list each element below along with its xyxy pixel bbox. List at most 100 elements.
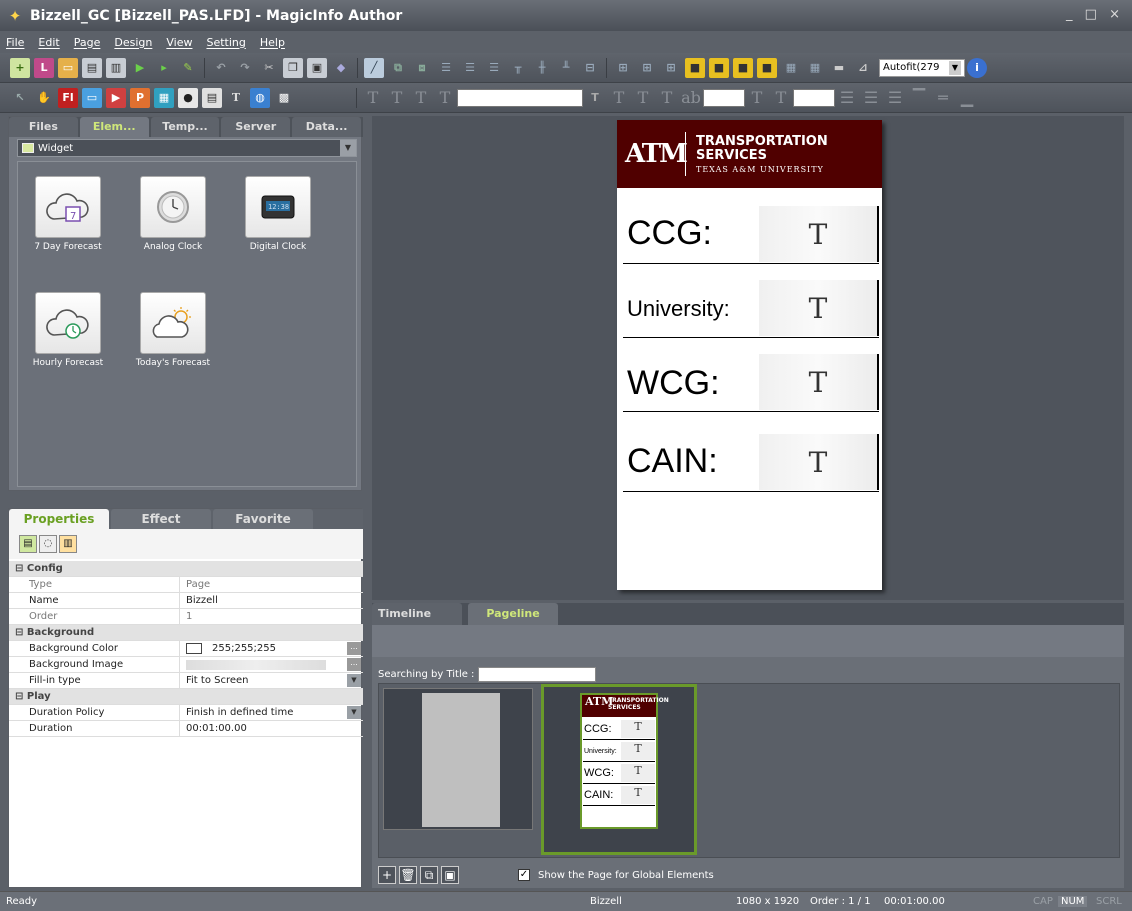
search-input[interactable] bbox=[478, 667, 597, 682]
copy-icon[interactable]: ❐ bbox=[283, 57, 303, 78]
chart-view-icon[interactable]: ▥ bbox=[59, 535, 77, 553]
guide-icon[interactable]: ⊿ bbox=[853, 58, 873, 78]
office-icon[interactable]: ▦ bbox=[154, 87, 174, 108]
chevron-down-icon[interactable]: ▼ bbox=[340, 140, 356, 156]
property-row-name[interactable]: Name Bizzell bbox=[9, 592, 363, 609]
background-image-field[interactable] bbox=[186, 659, 326, 670]
zoom-select[interactable]: Autofit(279 ▼ bbox=[879, 58, 965, 77]
global-elements-checkbox[interactable]: ✓ bbox=[518, 869, 530, 881]
cut-icon[interactable]: ✂ bbox=[259, 58, 279, 78]
same-height-icon[interactable]: ⊞ bbox=[661, 58, 681, 78]
distribute-icon[interactable]: ⊟ bbox=[580, 58, 600, 78]
fill-icon[interactable]: ◆ bbox=[331, 58, 351, 78]
lock-icon[interactable]: ■ bbox=[733, 57, 753, 78]
send-back-icon[interactable]: ⧈ bbox=[412, 58, 432, 78]
text-increase-icon[interactable]: T bbox=[747, 88, 767, 108]
line-icon[interactable]: ╱ bbox=[364, 57, 384, 78]
powerpoint-icon[interactable]: P bbox=[130, 87, 150, 108]
global-elements-option[interactable]: ✓ Show the Page for Global Elements bbox=[518, 869, 714, 881]
menu-page[interactable]: Page bbox=[74, 36, 101, 49]
page-row-ccg[interactable]: CCG: T bbox=[623, 202, 879, 264]
widget-7-day-forecast[interactable]: 7 7 Day Forecast bbox=[26, 176, 110, 252]
ungroup-icon[interactable]: ■ bbox=[709, 57, 729, 78]
menu-edit[interactable]: Edit bbox=[38, 36, 59, 49]
align-text-left-icon[interactable]: ☰ bbox=[837, 88, 857, 108]
text-bg-icon[interactable]: T bbox=[633, 88, 653, 108]
categorized-view-icon[interactable]: ▤ bbox=[19, 535, 37, 553]
flash-icon[interactable]: Fl bbox=[58, 87, 78, 108]
new-lfd-icon[interactable]: L bbox=[34, 57, 54, 78]
same-width-icon[interactable]: ⊞ bbox=[637, 58, 657, 78]
category-select[interactable]: Widget ▼ bbox=[17, 139, 357, 157]
undo-icon[interactable]: ↶ bbox=[211, 58, 231, 78]
align-right-icon[interactable]: ☰ bbox=[484, 58, 504, 78]
same-size-icon[interactable]: ⊞ bbox=[613, 58, 633, 78]
text-bold-icon[interactable]: T bbox=[363, 88, 383, 108]
property-row-background-color[interactable]: Background Color 255;255;255 ... bbox=[9, 640, 363, 657]
page-row-cain[interactable]: CAIN: T bbox=[623, 430, 879, 492]
collapse-icon[interactable]: ⊟ bbox=[15, 691, 23, 702]
redo-icon[interactable]: ↷ bbox=[235, 58, 255, 78]
menu-help[interactable]: Help bbox=[260, 36, 285, 49]
widget-analog-clock[interactable]: Analog Clock bbox=[131, 176, 215, 252]
media-icon[interactable]: ● bbox=[178, 87, 198, 108]
valign-bottom-icon[interactable]: ▁ bbox=[957, 88, 977, 108]
tab-data[interactable]: Data... bbox=[292, 117, 361, 137]
property-row-background-image[interactable]: Background Image ... bbox=[9, 656, 363, 673]
add-page-button[interactable]: + bbox=[378, 866, 396, 884]
video-icon[interactable]: ▶ bbox=[106, 87, 126, 108]
fill-type-select[interactable]: Fit to Screen bbox=[186, 673, 249, 689]
font-family-field[interactable] bbox=[457, 88, 583, 107]
page-preview[interactable]: ATM TRANSPORTATION SERVICES TEXAS A&M UN… bbox=[617, 120, 882, 590]
ruler-icon[interactable]: ▬ bbox=[829, 58, 849, 78]
text-decrease-icon[interactable]: T bbox=[771, 88, 791, 108]
more-button[interactable]: ... bbox=[347, 658, 361, 671]
text-spacing-icon[interactable]: ab bbox=[681, 88, 701, 108]
align-text-right-icon[interactable]: ☰ bbox=[885, 88, 905, 108]
play-page-icon[interactable]: ▸ bbox=[154, 58, 174, 78]
unlock-icon[interactable]: ■ bbox=[757, 57, 777, 78]
paste-icon[interactable]: ▣ bbox=[307, 57, 327, 78]
save-as-icon[interactable]: ▥ bbox=[106, 57, 126, 78]
valign-top-icon[interactable]: ▔ bbox=[909, 88, 929, 108]
tab-files[interactable]: Files bbox=[9, 117, 78, 137]
pointer-icon[interactable]: ↖ bbox=[10, 88, 30, 108]
paste-page-button[interactable]: ▣ bbox=[441, 866, 459, 884]
collapse-icon[interactable]: ⊟ bbox=[15, 563, 23, 574]
text-icon[interactable]: T bbox=[226, 88, 246, 108]
font-size-icon[interactable]: T bbox=[585, 88, 605, 108]
text-shadow-icon[interactable]: T bbox=[435, 88, 455, 108]
tab-templates[interactable]: Temp... bbox=[150, 117, 220, 137]
copy-page-button[interactable]: ⧉ bbox=[420, 866, 438, 884]
duration-policy-select[interactable]: Finish in defined time bbox=[186, 705, 293, 721]
menu-design[interactable]: Design bbox=[114, 36, 152, 49]
property-group-config[interactable]: ⊟ Config bbox=[9, 561, 363, 577]
text-element-tile[interactable]: T bbox=[759, 206, 879, 262]
text-element-tile[interactable]: T bbox=[759, 280, 879, 336]
property-row-duration[interactable]: Duration 00:01:00.00 bbox=[9, 720, 363, 737]
tab-timeline[interactable]: Timeline bbox=[372, 603, 462, 625]
group-icon[interactable]: ■ bbox=[685, 57, 705, 78]
align-text-center-icon[interactable]: ☰ bbox=[861, 88, 881, 108]
tab-properties[interactable]: Properties bbox=[9, 509, 109, 529]
property-row-fill-type[interactable]: Fill-in type Fit to Screen ▼ bbox=[9, 672, 363, 689]
sorted-view-icon[interactable]: ◌ bbox=[39, 535, 57, 553]
widget-digital-clock[interactable]: 12:38 Digital Clock bbox=[236, 176, 320, 252]
tab-server[interactable]: Server bbox=[221, 117, 291, 137]
font-size-field[interactable] bbox=[703, 88, 745, 107]
align-middle-icon[interactable]: ╫ bbox=[532, 58, 552, 78]
bring-front-icon[interactable]: ⧉ bbox=[388, 58, 408, 78]
table-icon[interactable]: ▤ bbox=[202, 87, 222, 108]
color-swatch[interactable] bbox=[186, 643, 202, 654]
info-icon[interactable]: i bbox=[967, 57, 987, 78]
play-icon[interactable]: ▶ bbox=[130, 58, 150, 78]
chevron-down-icon[interactable]: ▼ bbox=[347, 674, 361, 687]
clapper-icon[interactable]: ▩ bbox=[274, 88, 294, 108]
page-thumbnail-bizzell[interactable]: ATM TRANSPORTATION SERVICES CCG: T Unive… bbox=[541, 684, 697, 855]
window-controls[interactable]: _ □ × bbox=[1066, 7, 1124, 22]
property-row-duration-policy[interactable]: Duration Policy Finish in defined time ▼ bbox=[9, 704, 363, 721]
line-height-field[interactable] bbox=[793, 88, 835, 107]
tab-effect[interactable]: Effect bbox=[111, 509, 211, 529]
hand-icon[interactable]: ✋ bbox=[34, 88, 54, 108]
valign-middle-icon[interactable]: ═ bbox=[933, 88, 953, 108]
